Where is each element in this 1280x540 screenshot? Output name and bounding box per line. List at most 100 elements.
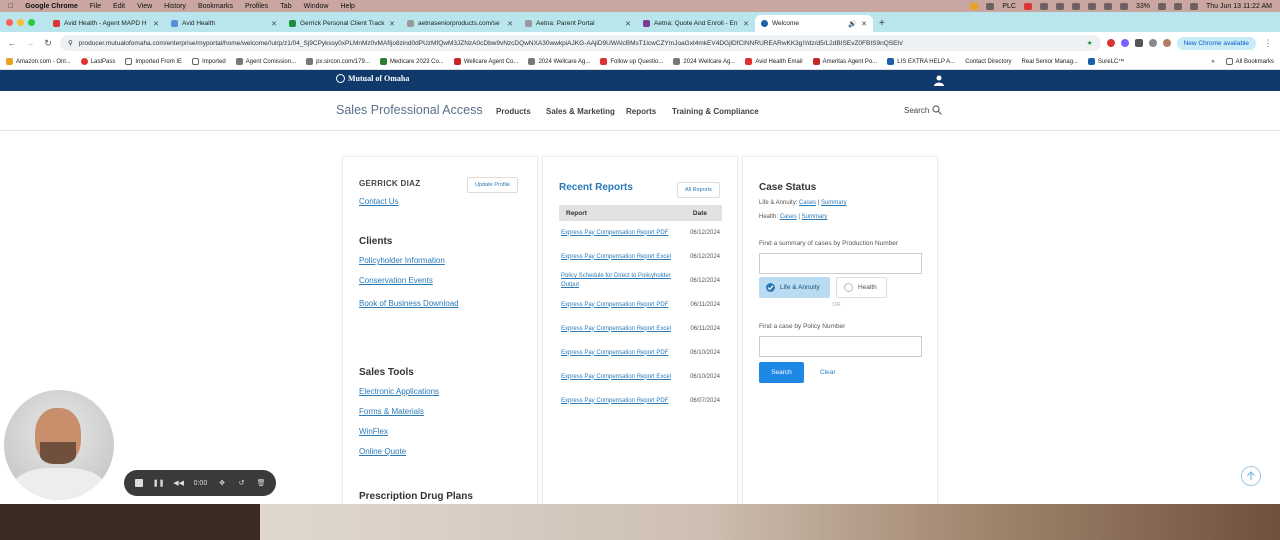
bookmark-item[interactable]: Wellcare Agent Co...	[453, 58, 518, 65]
conservation-events-link[interactable]: Conservation Events	[359, 276, 433, 285]
report-link[interactable]: Express Pay Compensation Report Excel	[561, 253, 681, 262]
nav-products[interactable]: Products	[496, 107, 531, 116]
profile-avatar-icon[interactable]	[1162, 39, 1171, 47]
life-summary-link[interactable]: Summary	[821, 200, 847, 206]
bookmark-item[interactable]: Avid Health Email	[745, 58, 803, 65]
close-tab-icon[interactable]: ✕	[389, 20, 395, 28]
site-info-icon[interactable]: ⚲	[68, 39, 73, 47]
minimize-window-icon[interactable]	[17, 18, 24, 26]
browser-tab[interactable]: Aetna: Parent Portal ✕	[519, 15, 637, 32]
health-toggle[interactable]: Health	[836, 277, 887, 298]
status-app-icon[interactable]	[986, 2, 995, 10]
browser-tab[interactable]: Avid Health ✕	[165, 15, 283, 32]
menu-edit[interactable]: Edit	[113, 3, 125, 10]
production-number-input[interactable]	[759, 253, 922, 274]
report-link[interactable]: Express Pay Compensation Report Excel	[561, 373, 681, 382]
close-tab-icon[interactable]: ✕	[861, 20, 867, 28]
webcam-overlay[interactable]	[4, 390, 114, 500]
status-app-icon[interactable]	[1071, 2, 1080, 10]
nav-reports[interactable]: Reports	[626, 107, 656, 116]
book-of-business-download-link[interactable]: Book of Business Download	[359, 299, 459, 308]
electronic-applications-link[interactable]: Electronic Applications	[359, 387, 439, 396]
scroll-to-top-button[interactable]	[1241, 466, 1261, 486]
bookmark-item[interactable]: Real Senior Manag...	[1022, 59, 1078, 65]
tab-audio-icon[interactable]: 🔊	[848, 20, 857, 28]
close-tab-icon[interactable]: ✕	[743, 20, 749, 28]
address-bar[interactable]: ⚲ producer.mutualofomaha.com/enterprise/…	[60, 35, 1101, 51]
policy-number-input[interactable]	[759, 336, 922, 357]
bookmark-item[interactable]: 2024 Wellcare Ag...	[528, 58, 590, 65]
status-app-icon[interactable]	[1087, 2, 1096, 10]
close-tab-icon[interactable]: ✕	[507, 20, 513, 28]
stop-recording-icon[interactable]	[134, 478, 144, 488]
all-bookmarks-button[interactable]: » All Bookmarks	[1211, 58, 1274, 65]
menu-clock[interactable]: Thu Jun 13 11:22 AM	[1206, 3, 1272, 10]
extension-icon[interactable]	[1120, 39, 1129, 47]
status-plc[interactable]: PLC	[1002, 3, 1016, 10]
close-window-icon[interactable]	[6, 18, 13, 26]
bookmark-folder[interactable]: Imported From IE	[125, 58, 182, 65]
new-tab-button[interactable]: +	[873, 15, 891, 32]
clear-link[interactable]: Clear	[820, 369, 836, 376]
extensions-puzzle-icon[interactable]	[1134, 39, 1143, 47]
status-app-icon[interactable]	[1055, 2, 1064, 10]
status-app-icon[interactable]	[1119, 2, 1128, 10]
bookmark-item[interactable]: Medicare 2023 Co...	[379, 58, 444, 65]
bookmark-item[interactable]: LastPass	[80, 58, 115, 65]
apple-icon[interactable]: 	[8, 3, 13, 10]
site-title[interactable]: Sales Professional Access	[336, 103, 483, 117]
report-link[interactable]: Express Pay Compensation Report PDF	[561, 301, 681, 310]
all-reports-button[interactable]: All Reports	[677, 182, 720, 198]
report-link[interactable]: Policy Schedule for Direct to Policyhold…	[561, 272, 681, 290]
extension-icon[interactable]	[1106, 39, 1115, 47]
winflex-link[interactable]: WinFlex	[359, 427, 388, 436]
bookmark-item[interactable]: Ameritas Agent Po...	[812, 58, 877, 65]
drag-handle-icon[interactable]: ✥	[217, 478, 227, 488]
status-app-icon[interactable]	[1103, 2, 1112, 10]
status-app-icon[interactable]	[1023, 2, 1032, 10]
restart-icon[interactable]: ↺	[237, 478, 247, 488]
menu-app-name[interactable]: Google Chrome	[25, 3, 78, 10]
bookmark-star-icon[interactable]: ★	[1087, 39, 1093, 47]
trash-icon[interactable]: 🗑	[256, 478, 266, 488]
health-summary-link[interactable]: Summary	[802, 214, 828, 220]
browser-tab-active[interactable]: Welcome 🔊 ✕	[755, 15, 873, 32]
life-cases-link[interactable]: Cases	[799, 200, 816, 206]
site-search-button[interactable]: Search	[904, 105, 943, 115]
menu-view[interactable]: View	[137, 3, 152, 10]
bookmark-folder[interactable]: Imported	[192, 58, 226, 65]
forms-materials-link[interactable]: Forms & Materials	[359, 407, 424, 416]
chrome-menu-icon[interactable]: ⋮	[1262, 38, 1274, 49]
policyholder-information-link[interactable]: Policyholder Information	[359, 256, 445, 265]
online-quote-link[interactable]: Online Quote	[359, 447, 406, 456]
pause-icon[interactable]: ❚❚	[153, 478, 165, 488]
update-profile-button[interactable]: Update Profile	[467, 177, 518, 193]
browser-tab[interactable]: Gerrick Personal Client Track ✕	[283, 15, 401, 32]
report-link[interactable]: Express Pay Compensation Report PDF	[561, 229, 681, 238]
bookmark-item[interactable]: 2024 Wellcare Ag...	[673, 58, 735, 65]
browser-tab[interactable]: Aetna: Quote And Enroll - En ✕	[637, 15, 755, 32]
new-chrome-available-button[interactable]: New Chrome available	[1176, 36, 1256, 50]
status-app-icon[interactable]	[970, 2, 979, 10]
menu-help[interactable]: Help	[341, 3, 355, 10]
close-tab-icon[interactable]: ✕	[625, 20, 631, 28]
spotlight-icon[interactable]	[1173, 2, 1182, 10]
menu-bookmarks[interactable]: Bookmarks	[198, 3, 233, 10]
menu-profiles[interactable]: Profiles	[245, 3, 268, 10]
bookmark-item[interactable]: LIS EXTRA HELP A...	[887, 58, 955, 65]
browser-tab[interactable]: aetnaseniorproducts.com/se ✕	[401, 15, 519, 32]
browser-tab[interactable]: Avid Health - Agent MAPD H ✕	[47, 15, 165, 32]
bookmark-item[interactable]: SureLC™	[1087, 58, 1124, 65]
case-search-button[interactable]: Search	[759, 362, 804, 383]
chevron-more-icon[interactable]: »	[1211, 59, 1214, 65]
bookmark-item[interactable]: px.sircon.com/179...	[306, 58, 370, 65]
zoom-window-icon[interactable]	[28, 18, 35, 26]
menu-tab[interactable]: Tab	[280, 3, 291, 10]
bookmark-item[interactable]: Contact Directory	[965, 59, 1011, 65]
menu-window[interactable]: Window	[304, 3, 329, 10]
rewind-icon[interactable]: ◀◀	[173, 478, 184, 488]
report-link[interactable]: Express Pay Compensation Report PDF	[561, 349, 681, 358]
bookmark-item[interactable]: Agent Comission...	[235, 58, 296, 65]
reload-icon[interactable]: ↻	[42, 38, 54, 49]
battery-percent[interactable]: 33%	[1136, 3, 1150, 10]
